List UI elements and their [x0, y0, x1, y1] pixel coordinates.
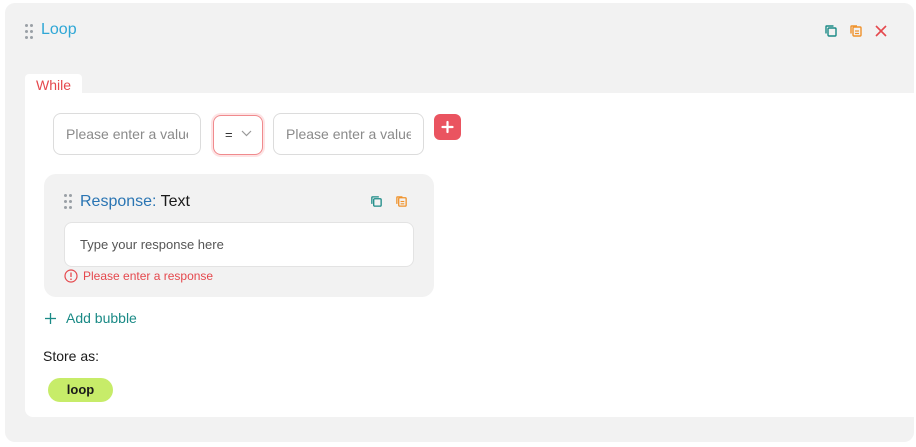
- duplicate-icon[interactable]: [824, 24, 838, 38]
- loop-drag-handle-icon[interactable]: [25, 24, 33, 39]
- response-duplicate-icon[interactable]: [370, 195, 383, 208]
- response-error: Please enter a response: [64, 268, 213, 283]
- tab-while[interactable]: While: [25, 74, 82, 96]
- response-input[interactable]: [64, 222, 414, 267]
- response-label: Response:: [80, 193, 157, 210]
- add-bubble-label: Add bubble: [66, 310, 137, 326]
- response-clipboard-icon[interactable]: [395, 195, 408, 208]
- clipboard-icon[interactable]: [849, 24, 863, 38]
- close-icon[interactable]: [874, 24, 888, 38]
- store-as-label: Store as:: [43, 348, 100, 364]
- operator-value: =: [225, 127, 233, 142]
- response-type: Text: [160, 193, 190, 210]
- add-condition-button[interactable]: [434, 114, 461, 140]
- response-error-text: Please enter a response: [83, 268, 214, 283]
- plus-icon: [45, 312, 56, 324]
- add-bubble-button[interactable]: Add bubble: [44, 310, 137, 326]
- plus-icon: [441, 120, 454, 134]
- chevron-down-icon: [241, 130, 252, 137]
- error-icon: [64, 268, 78, 283]
- store-as-chip[interactable]: loop: [48, 378, 113, 402]
- loop-title: Loop: [41, 21, 77, 38]
- response-title: Response: Text: [80, 193, 190, 211]
- operator-select[interactable]: =: [213, 115, 263, 155]
- condition-right-input[interactable]: [273, 113, 424, 155]
- condition-left-input[interactable]: [53, 113, 201, 155]
- response-drag-handle-icon[interactable]: [64, 194, 72, 209]
